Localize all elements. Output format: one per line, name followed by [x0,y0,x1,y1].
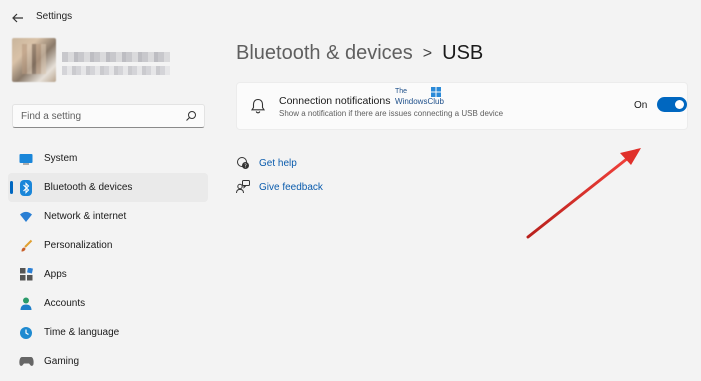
breadcrumb: Bluetooth & devices > USB [236,42,483,65]
back-arrow-icon [12,13,23,23]
app-title: Settings [36,11,73,22]
svg-text:?: ? [244,164,247,170]
sidebar-item-apps[interactable]: Apps [8,260,208,289]
get-help-link[interactable]: ? Get help [236,156,297,170]
profile-email-blurred [62,66,170,75]
setting-title: Connection notifications [279,95,391,107]
feedback-icon [236,180,250,194]
watermark-line1: The [395,88,408,95]
breadcrumb-parent[interactable]: Bluetooth & devices [236,42,413,65]
title-bar: Settings [0,0,701,36]
back-button[interactable] [8,8,28,28]
help-icon: ? [237,156,249,170]
network-icon [18,209,34,225]
connection-notifications-setting: Connection notifications Show a notifica… [236,82,688,130]
search-placeholder: Find a setting [21,111,82,122]
avatar[interactable] [12,38,56,82]
setting-description: Show a notification if there are issues … [279,109,504,118]
toggle-state-label: On [634,100,648,111]
profile-name-blurred [62,52,170,62]
connection-notifications-toggle[interactable] [657,97,687,112]
gaming-icon [18,354,34,370]
breadcrumb-separator: > [422,44,433,62]
get-help-label: Get help [259,157,297,169]
give-feedback-label: Give feedback [259,181,323,193]
sidebar-item-personalization[interactable]: Personalization [8,231,208,260]
search-input[interactable]: Find a setting [12,104,205,128]
give-feedback-link[interactable]: Give feedback [236,180,323,194]
bluetooth-icon [18,179,34,196]
page-title: USB [442,42,484,64]
personalization-icon [18,238,34,254]
apps-icon [18,267,34,283]
sidebar-item-bluetooth-devices[interactable]: Bluetooth & devices [8,173,208,202]
watermark: The WindowsClub [395,87,455,109]
sidebar-item-time-language[interactable]: Time & language [8,318,208,347]
watermark-line2: WindowsClub [395,97,444,106]
system-icon [18,151,34,167]
search-icon [186,111,196,121]
toggle-knob [675,100,684,109]
bell-icon [250,98,266,114]
time-language-icon [18,325,34,341]
sidebar-item-accounts[interactable]: Accounts [8,289,208,318]
sidebar-item-system[interactable]: System [8,144,208,173]
sidebar-nav: System Bluetooth & devices Network & int… [8,144,208,376]
accounts-icon [18,296,34,312]
sidebar-item-network-internet[interactable]: Network & internet [8,202,208,231]
windowsclub-logo-icon [431,87,441,97]
sidebar-item-gaming[interactable]: Gaming [8,347,208,376]
